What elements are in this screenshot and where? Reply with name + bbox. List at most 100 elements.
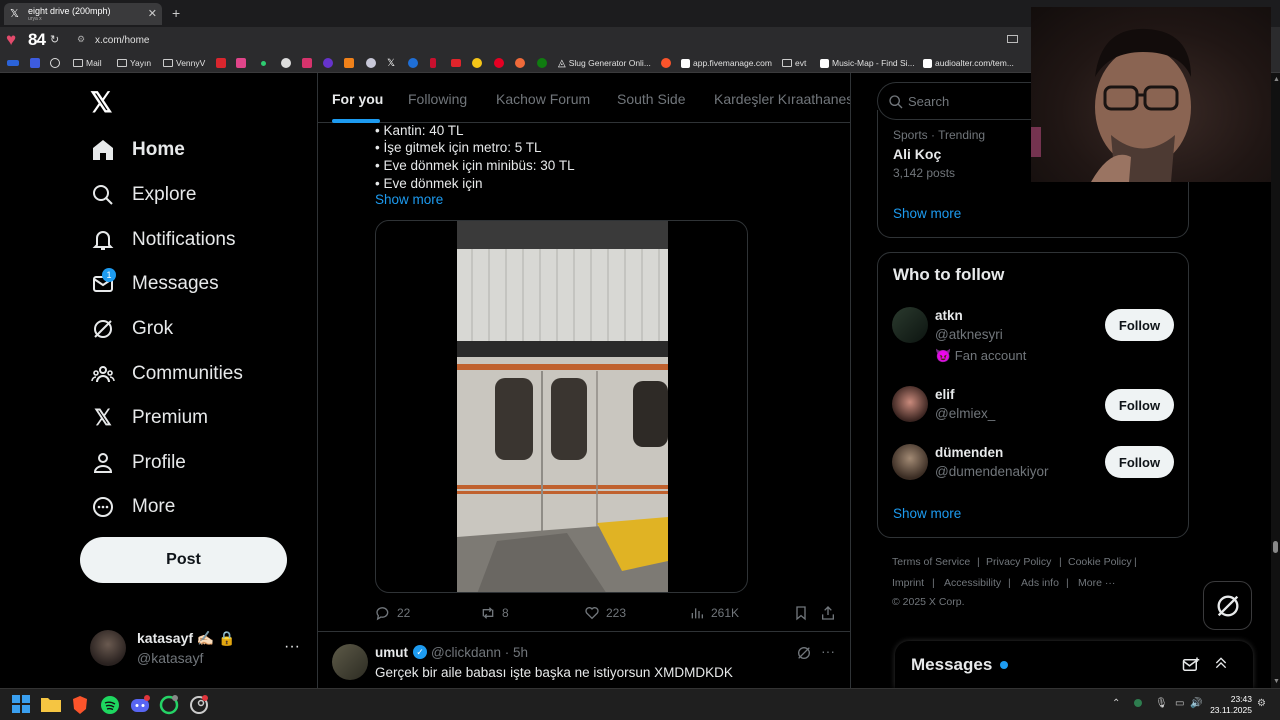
bookmark-zte-icon[interactable] bbox=[7, 56, 19, 70]
site-settings-icon[interactable]: ⚙ bbox=[77, 34, 85, 45]
bookmark-fivemanage[interactable] bbox=[661, 56, 671, 70]
chevron-up-icon[interactable] bbox=[1213, 654, 1229, 675]
post-author-name[interactable]: umut bbox=[375, 645, 408, 660]
clock[interactable]: 23:43 23.11.2025 bbox=[1208, 694, 1252, 716]
bookmark-vennyv[interactable]: VennyV bbox=[163, 56, 205, 70]
share-button[interactable] bbox=[820, 605, 836, 621]
repost-button[interactable]: 8 bbox=[480, 605, 509, 621]
new-message-icon[interactable] bbox=[1182, 656, 1200, 679]
follow-user-name[interactable]: elif bbox=[935, 387, 955, 402]
show-more-link[interactable]: Show more bbox=[893, 506, 961, 521]
accessibility-link[interactable]: Accessibility bbox=[944, 577, 1001, 589]
bookmark-evt[interactable]: evt bbox=[782, 56, 806, 70]
post-video[interactable] bbox=[375, 220, 748, 593]
post-button[interactable]: Post bbox=[80, 537, 287, 583]
close-tab-icon[interactable]: ✕ bbox=[148, 7, 157, 20]
nav-communities[interactable]: Communities bbox=[90, 358, 243, 390]
cast-icon[interactable] bbox=[1007, 35, 1018, 43]
bookmark-button[interactable] bbox=[793, 605, 809, 621]
follow-user-name[interactable]: dümenden bbox=[935, 445, 1003, 460]
bookmark-red-icon[interactable] bbox=[430, 56, 436, 70]
bookmark-yellow-icon[interactable] bbox=[472, 56, 482, 70]
bookmark-instagram-icon[interactable] bbox=[302, 56, 312, 70]
notification-center-icon[interactable]: ⚙ bbox=[1257, 698, 1266, 709]
account-more-icon[interactable]: ··· bbox=[284, 638, 300, 656]
bookmark-slug[interactable]: ◬ Slug Generator Onli... bbox=[558, 56, 651, 70]
bookmark-xbox-icon[interactable] bbox=[537, 56, 547, 70]
bookmark-youtube-icon[interactable] bbox=[451, 56, 461, 70]
scrollbar-thumb[interactable] bbox=[1273, 541, 1278, 553]
nav-profile[interactable]: Profile bbox=[90, 447, 186, 479]
avatar[interactable] bbox=[892, 386, 928, 422]
tab-kardesler[interactable]: Kardeşler Kıraathanes bbox=[714, 91, 850, 107]
nav-home[interactable]: Home bbox=[90, 134, 185, 166]
nav-notifications[interactable]: Notifications bbox=[90, 224, 236, 256]
imprint-link[interactable]: Imprint bbox=[892, 577, 924, 589]
bookmark-bi-icon[interactable] bbox=[236, 56, 246, 70]
x-logo-icon[interactable]: 𝕏 bbox=[90, 86, 113, 119]
tab-following[interactable]: Following bbox=[408, 91, 467, 107]
show-more-link[interactable]: Show more bbox=[375, 192, 443, 207]
url-field[interactable]: x.com/home bbox=[95, 35, 149, 46]
steam-icon[interactable] bbox=[189, 695, 209, 715]
terms-link[interactable]: Terms of Service bbox=[892, 556, 970, 568]
scroll-down-arrow-icon[interactable]: ▼ bbox=[1273, 678, 1280, 685]
tab-south-side[interactable]: South Side bbox=[617, 91, 686, 107]
ads-info-link[interactable]: Ads info bbox=[1021, 577, 1059, 589]
bookmark-grey-icon[interactable] bbox=[366, 56, 376, 70]
reply-button[interactable]: 22 bbox=[375, 605, 410, 621]
reload-icon[interactable]: ↻ bbox=[50, 33, 59, 46]
network-icon[interactable]: ▭ bbox=[1175, 698, 1184, 709]
bookmark-mail[interactable]: Mail bbox=[73, 56, 102, 70]
bookmark-blue-icon[interactable] bbox=[408, 56, 418, 70]
page-scrollbar[interactable] bbox=[1271, 73, 1280, 688]
tray-app-icon[interactable] bbox=[1133, 698, 1143, 711]
account-switcher[interactable]: katasayf ✍🏻 🔒 @katasayf ··· bbox=[80, 626, 300, 672]
footer-more-link[interactable]: More ··· bbox=[1078, 577, 1115, 589]
file-explorer-icon[interactable] bbox=[41, 695, 61, 715]
tab-kachow-forum[interactable]: Kachow Forum bbox=[496, 91, 590, 107]
grok-icon[interactable] bbox=[796, 645, 812, 666]
avatar[interactable] bbox=[892, 444, 928, 480]
microphone-icon[interactable]: 🎙 bbox=[1155, 698, 1168, 709]
brave-browser-icon[interactable] bbox=[70, 695, 90, 715]
bookmark-purple-icon[interactable] bbox=[323, 56, 333, 70]
tab-for-you[interactable]: For you bbox=[332, 91, 383, 107]
bookmark-a-icon[interactable] bbox=[216, 56, 226, 70]
scroll-up-arrow-icon[interactable]: ▲ bbox=[1273, 76, 1280, 83]
like-button[interactable]: 223 bbox=[584, 605, 626, 621]
tray-chevron-up-icon[interactable]: ⌃ bbox=[1112, 698, 1120, 709]
bookmark-x-icon[interactable]: 𝕏 bbox=[387, 56, 395, 70]
nav-explore[interactable]: Explore bbox=[90, 179, 196, 211]
follow-user-name[interactable]: atkn bbox=[935, 308, 963, 323]
spotify-icon[interactable] bbox=[100, 695, 120, 715]
avatar[interactable] bbox=[332, 644, 368, 680]
follow-button[interactable]: Follow bbox=[1105, 389, 1174, 421]
privacy-link[interactable]: Privacy Policy bbox=[986, 556, 1051, 568]
cookie-link[interactable]: Cookie Policy bbox=[1068, 556, 1132, 568]
nav-grok[interactable]: Grok bbox=[90, 313, 173, 345]
bookmark-pinterest-icon[interactable] bbox=[494, 56, 504, 70]
windows-start-icon[interactable] bbox=[12, 695, 32, 715]
bookmark-music-map[interactable]: Music-Map - Find Si... bbox=[820, 56, 915, 70]
bookmark-play-icon[interactable] bbox=[30, 56, 40, 70]
new-tab-button[interactable]: + bbox=[172, 5, 180, 21]
bookmark-orange-icon[interactable] bbox=[344, 56, 354, 70]
views-button[interactable]: 261K bbox=[689, 605, 739, 621]
bookmark-circle-icon[interactable] bbox=[50, 56, 60, 70]
grok-floating-button[interactable] bbox=[1203, 581, 1252, 630]
bookmark-dot-icon[interactable] bbox=[261, 56, 266, 70]
volume-icon[interactable]: 🔊 bbox=[1190, 698, 1202, 709]
browser-tab[interactable]: 𝕏 eight drive (200mph) urya x ✕ bbox=[4, 3, 162, 25]
nav-more[interactable]: More bbox=[90, 491, 175, 523]
show-more-link[interactable]: Show more bbox=[893, 206, 961, 221]
post-more-icon[interactable]: ··· bbox=[821, 643, 835, 659]
bookmark-audioalter[interactable]: audioalter.com/tem... bbox=[923, 56, 1014, 70]
discord-icon[interactable] bbox=[130, 695, 150, 715]
bookmark-orange2-icon[interactable] bbox=[515, 56, 525, 70]
trend-name[interactable]: Ali Koç bbox=[893, 146, 941, 162]
post-author-handle[interactable]: @clickdann · 5h bbox=[431, 645, 528, 660]
bookmark-globe-icon[interactable] bbox=[281, 56, 291, 70]
bookmark-yayin[interactable]: Yayın bbox=[117, 56, 151, 70]
nav-premium[interactable]: 𝕏 Premium bbox=[90, 402, 208, 434]
